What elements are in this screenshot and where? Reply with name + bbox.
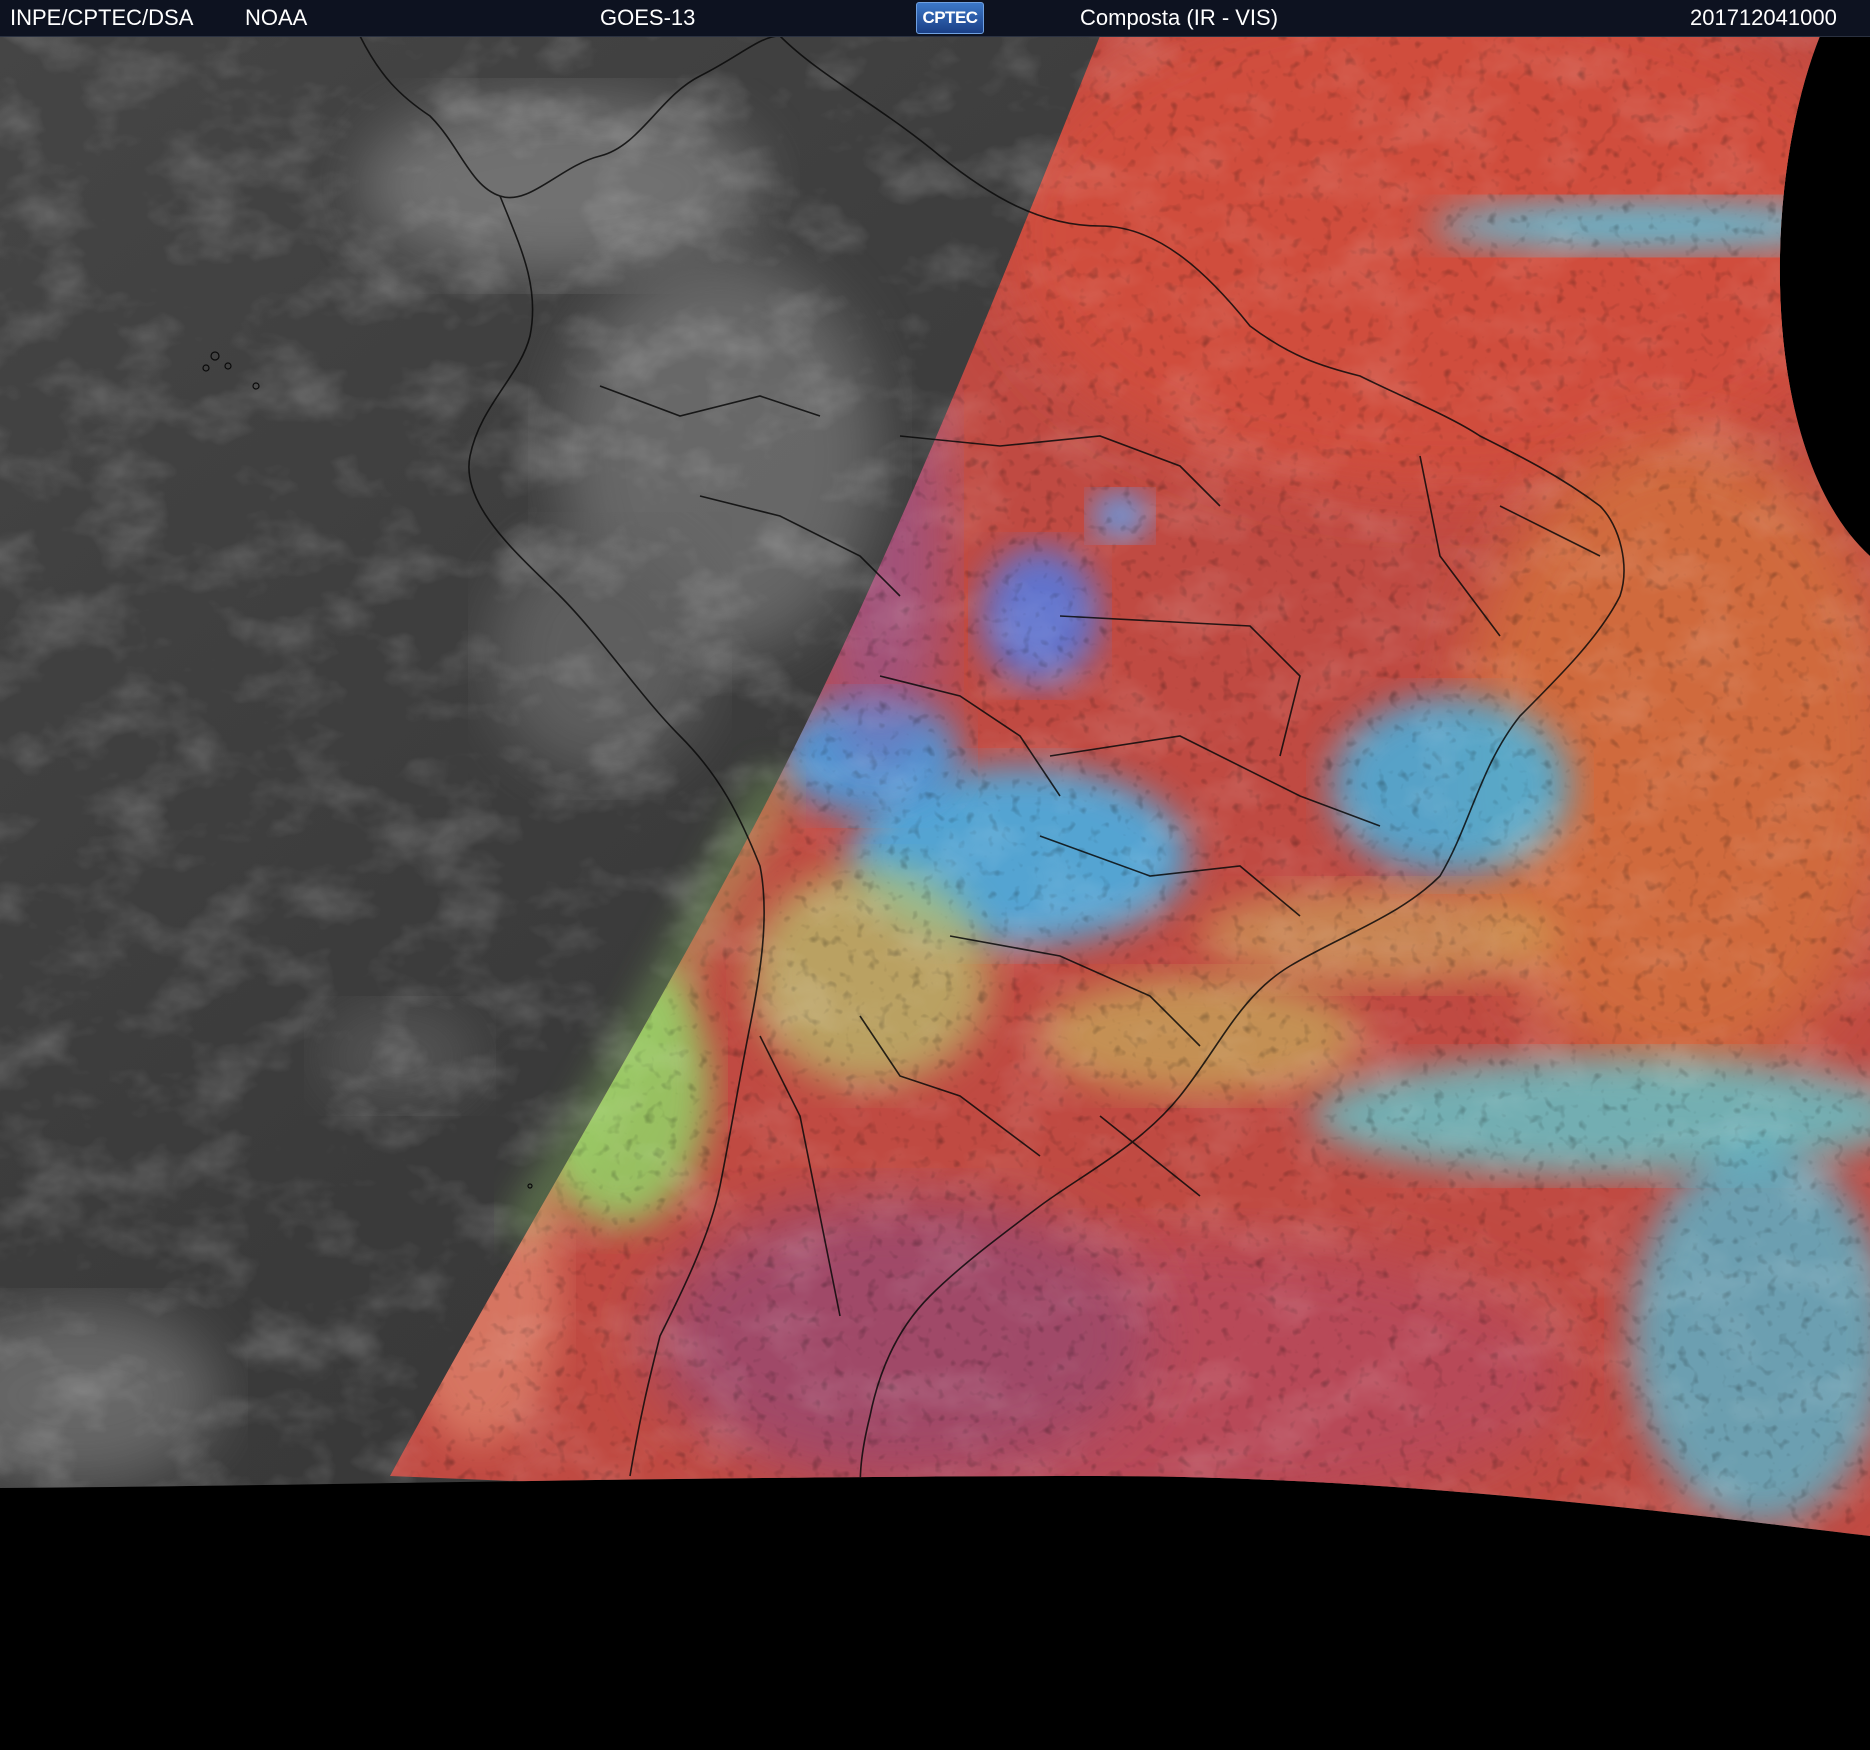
satellite-image-frame: INPE/CPTEC/DSA NOAA GOES-13 CPTEC Compos… bbox=[0, 0, 1870, 1750]
cptec-logo: CPTEC bbox=[916, 2, 984, 34]
header-bar: INPE/CPTEC/DSA NOAA GOES-13 CPTEC Compos… bbox=[0, 0, 1870, 37]
agency-label: INPE/CPTEC/DSA bbox=[10, 5, 194, 30]
product-label: Composta (IR - VIS) bbox=[1080, 5, 1279, 30]
timestamp-label: 201712041000 bbox=[1690, 5, 1837, 30]
satellite-composite-image bbox=[0, 36, 1870, 1536]
partner-label: NOAA bbox=[245, 5, 308, 30]
satellite-label: GOES-13 bbox=[600, 5, 696, 30]
